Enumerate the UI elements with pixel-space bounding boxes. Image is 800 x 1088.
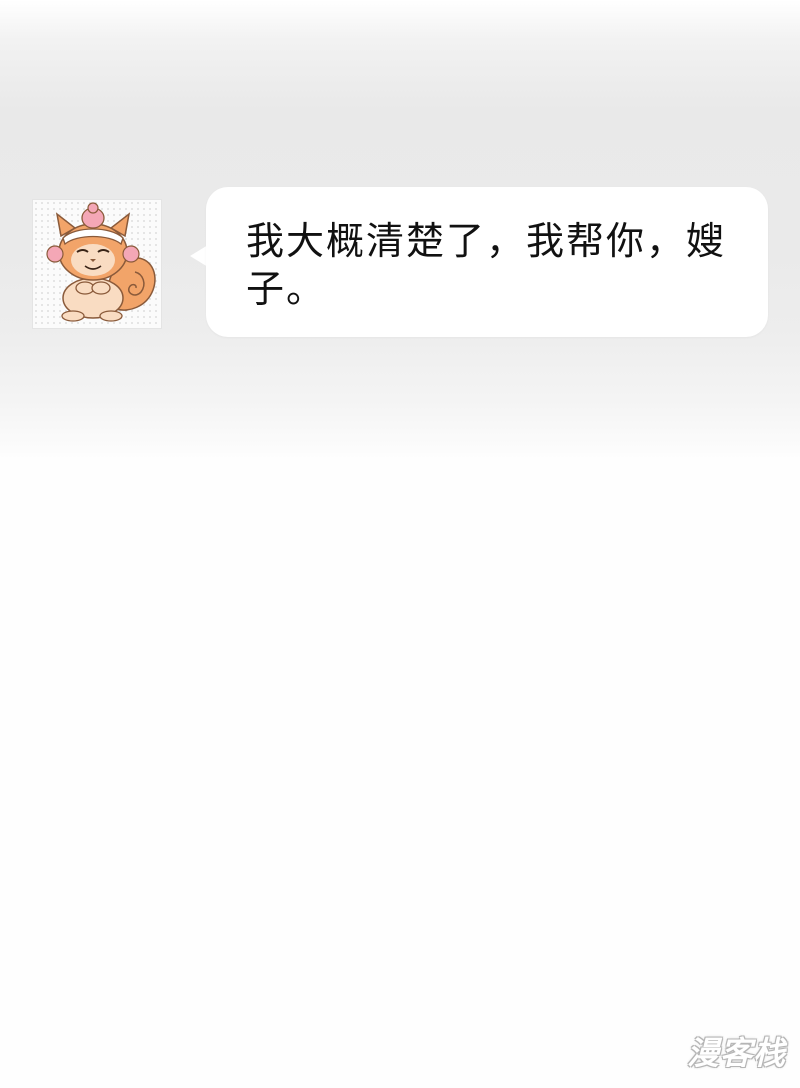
avatar[interactable]	[32, 199, 162, 329]
message-text: 我大概清楚了，我帮你，嫂子。	[246, 219, 727, 311]
watermark-logo: 漫客栈	[686, 1034, 786, 1072]
squirrel-avatar-icon	[46, 202, 156, 322]
message-bubble[interactable]: 我大概清楚了，我帮你，嫂子。	[206, 187, 768, 337]
